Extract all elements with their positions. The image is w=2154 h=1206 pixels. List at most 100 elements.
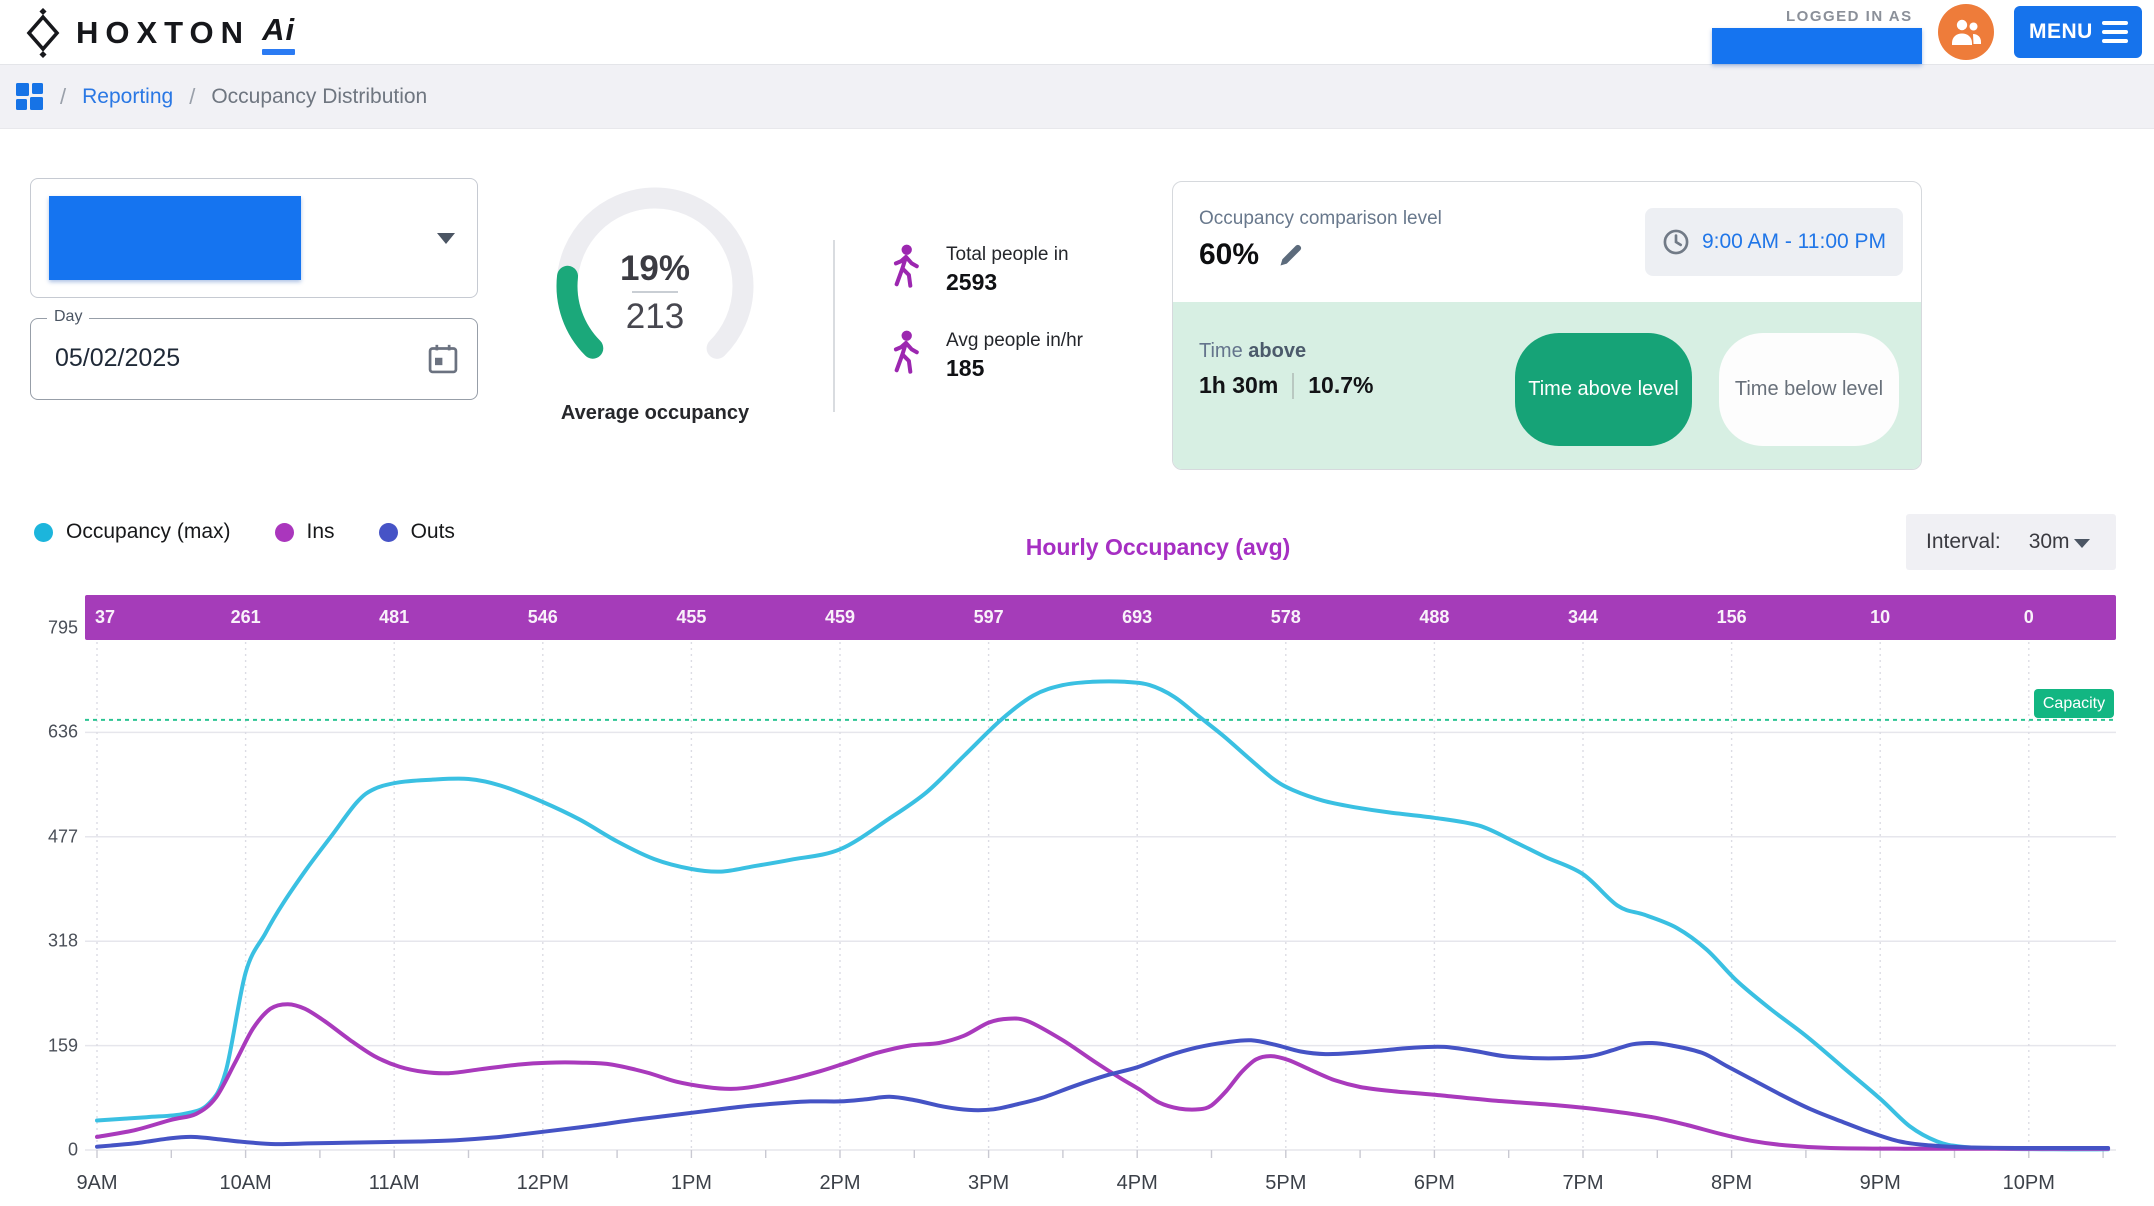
x-axis-label: 8PM xyxy=(1711,1172,1752,1195)
time-above-label: Time above xyxy=(1199,340,1306,363)
time-above-percent: 10.7% xyxy=(1308,372,1373,399)
hamburger-icon xyxy=(2102,21,2128,43)
avg-people-stat: Avg people in/hr 185 xyxy=(888,330,1083,382)
gauge-value: 213 xyxy=(626,297,684,336)
y-axis-label: 0 xyxy=(28,1140,78,1161)
legend-item-occupancy[interactable]: Occupancy (max) xyxy=(34,520,231,544)
bar-value-label: 156 xyxy=(1717,595,1747,640)
y-axis-label: 318 xyxy=(28,931,78,952)
legend-item-ins[interactable]: Ins xyxy=(275,520,335,544)
x-axis-label: 9PM xyxy=(1860,1172,1901,1195)
x-axis-label: 11AM xyxy=(369,1172,420,1195)
calendar-icon[interactable] xyxy=(427,343,459,375)
time-above-duration: 1h 30m xyxy=(1199,372,1278,399)
value-divider xyxy=(1292,373,1294,399)
brand-suffix: Ai xyxy=(262,12,295,47)
interval-value: 30m xyxy=(2029,530,2070,554)
total-people-in-stat: Total people in 2593 xyxy=(888,244,1069,296)
time-above-values: 1h 30m 10.7% xyxy=(1199,372,1373,399)
hourly-ins-bar: 37261481546455459597693578488344156100 xyxy=(85,595,2116,640)
bar-value-label: 546 xyxy=(528,595,558,640)
series-line-outs xyxy=(97,1040,2108,1148)
logged-in-as-label: LOGGED IN AS xyxy=(1786,8,1913,25)
breadcrumb-separator: / xyxy=(60,84,66,110)
capacity-badge: Capacity xyxy=(2034,689,2114,718)
outs-legend-dot xyxy=(379,523,398,542)
x-axis-label: 2PM xyxy=(819,1172,860,1195)
breadcrumb-link-reporting[interactable]: Reporting xyxy=(82,85,173,109)
y-axis-label: 636 xyxy=(28,722,78,743)
x-axis-label: 6PM xyxy=(1414,1172,1455,1195)
total-people-in-value: 2593 xyxy=(946,269,1069,296)
bar-value-label: 10 xyxy=(1870,595,1890,640)
bar-value-label: 459 xyxy=(825,595,855,640)
bar-value-label: 344 xyxy=(1568,595,1598,640)
breadcrumb-separator: / xyxy=(189,84,195,110)
people-icon xyxy=(1949,17,1983,47)
y-axis-label: 795 xyxy=(28,618,78,639)
day-field-value: 05/02/2025 xyxy=(55,319,180,398)
clock-icon xyxy=(1662,228,1690,256)
avg-people-label: Avg people in/hr xyxy=(946,330,1083,352)
bar-value-label: 578 xyxy=(1271,595,1301,640)
menu-button[interactable]: MENU xyxy=(2014,6,2142,58)
bar-value-label: 37 xyxy=(95,595,115,640)
app-header: HOXTON Ai LOGGED IN AS MENU xyxy=(0,0,2154,65)
chart-legend: Occupancy (max) Ins Outs xyxy=(34,520,485,544)
x-axis-label: 10AM xyxy=(219,1172,271,1195)
edit-pencil-icon[interactable] xyxy=(1277,241,1305,269)
page: HOXTON Ai LOGGED IN AS MENU xyxy=(0,0,2154,1206)
legend-item-outs[interactable]: Outs xyxy=(379,520,455,544)
chevron-down-icon xyxy=(437,233,455,244)
chevron-down-icon xyxy=(2074,539,2090,548)
bar-value-label: 261 xyxy=(231,595,261,640)
chart-title: Hourly Occupancy (avg) xyxy=(1026,534,1291,561)
series-line-occupancy-max- xyxy=(97,681,2108,1149)
gauge-percent: 19% xyxy=(620,249,690,288)
x-axis-label: 4PM xyxy=(1117,1172,1158,1195)
occupancy-legend-dot xyxy=(34,523,53,542)
location-redaction xyxy=(49,196,301,280)
walking-person-icon xyxy=(888,330,924,376)
series-line-ins xyxy=(97,1004,2108,1149)
y-axis-label: 477 xyxy=(28,826,78,847)
time-above-level-button[interactable]: Time above level xyxy=(1515,333,1692,446)
user-avatar[interactable] xyxy=(1938,4,1994,60)
location-select[interactable] xyxy=(30,178,478,298)
username-redaction xyxy=(1712,28,1922,64)
breadcrumb-current-page: Occupancy Distribution xyxy=(211,85,427,109)
brand-logo[interactable]: HOXTON Ai xyxy=(20,8,295,58)
x-axis-label: 10PM xyxy=(2003,1172,2055,1195)
y-axis-label: 159 xyxy=(28,1035,78,1056)
menu-button-label: MENU xyxy=(2029,20,2093,44)
dashboard-grid-icon[interactable] xyxy=(16,83,44,111)
legend-label: Outs xyxy=(411,520,455,544)
gauge-caption: Average occupancy xyxy=(543,402,767,425)
avg-people-value: 185 xyxy=(946,355,1083,382)
ins-legend-dot xyxy=(275,523,294,542)
brand-name: HOXTON xyxy=(76,15,250,51)
x-axis-label: 9AM xyxy=(76,1172,117,1195)
interval-label: Interval: xyxy=(1926,530,2001,554)
brand-underline xyxy=(262,49,295,55)
bar-value-label: 0 xyxy=(2024,595,2034,640)
legend-label: Ins xyxy=(307,520,335,544)
x-axis-label: 5PM xyxy=(1265,1172,1306,1195)
day-date-field[interactable]: Day 05/02/2025 xyxy=(30,318,478,400)
bar-value-label: 693 xyxy=(1122,595,1152,640)
x-axis-label: 7PM xyxy=(1562,1172,1603,1195)
legend-label: Occupancy (max) xyxy=(66,520,231,544)
bar-value-label: 481 xyxy=(379,595,409,640)
time-range-chip[interactable]: 9:00 AM - 11:00 PM xyxy=(1645,208,1903,276)
x-axis-label: 3PM xyxy=(968,1172,1009,1195)
bar-value-label: 597 xyxy=(974,595,1004,640)
time-below-level-button[interactable]: Time below level xyxy=(1719,333,1899,446)
interval-selector[interactable]: Interval: 30m xyxy=(1906,514,2116,570)
breadcrumb: / Reporting / Occupancy Distribution xyxy=(0,65,2154,129)
comparison-level-value: 60% xyxy=(1199,238,1259,272)
average-occupancy-gauge: 19% 213 xyxy=(543,176,767,400)
walking-person-icon xyxy=(888,244,924,290)
x-axis-label: 1PM xyxy=(671,1172,712,1195)
x-axis-label: 12PM xyxy=(517,1172,569,1195)
total-people-in-label: Total people in xyxy=(946,244,1069,266)
